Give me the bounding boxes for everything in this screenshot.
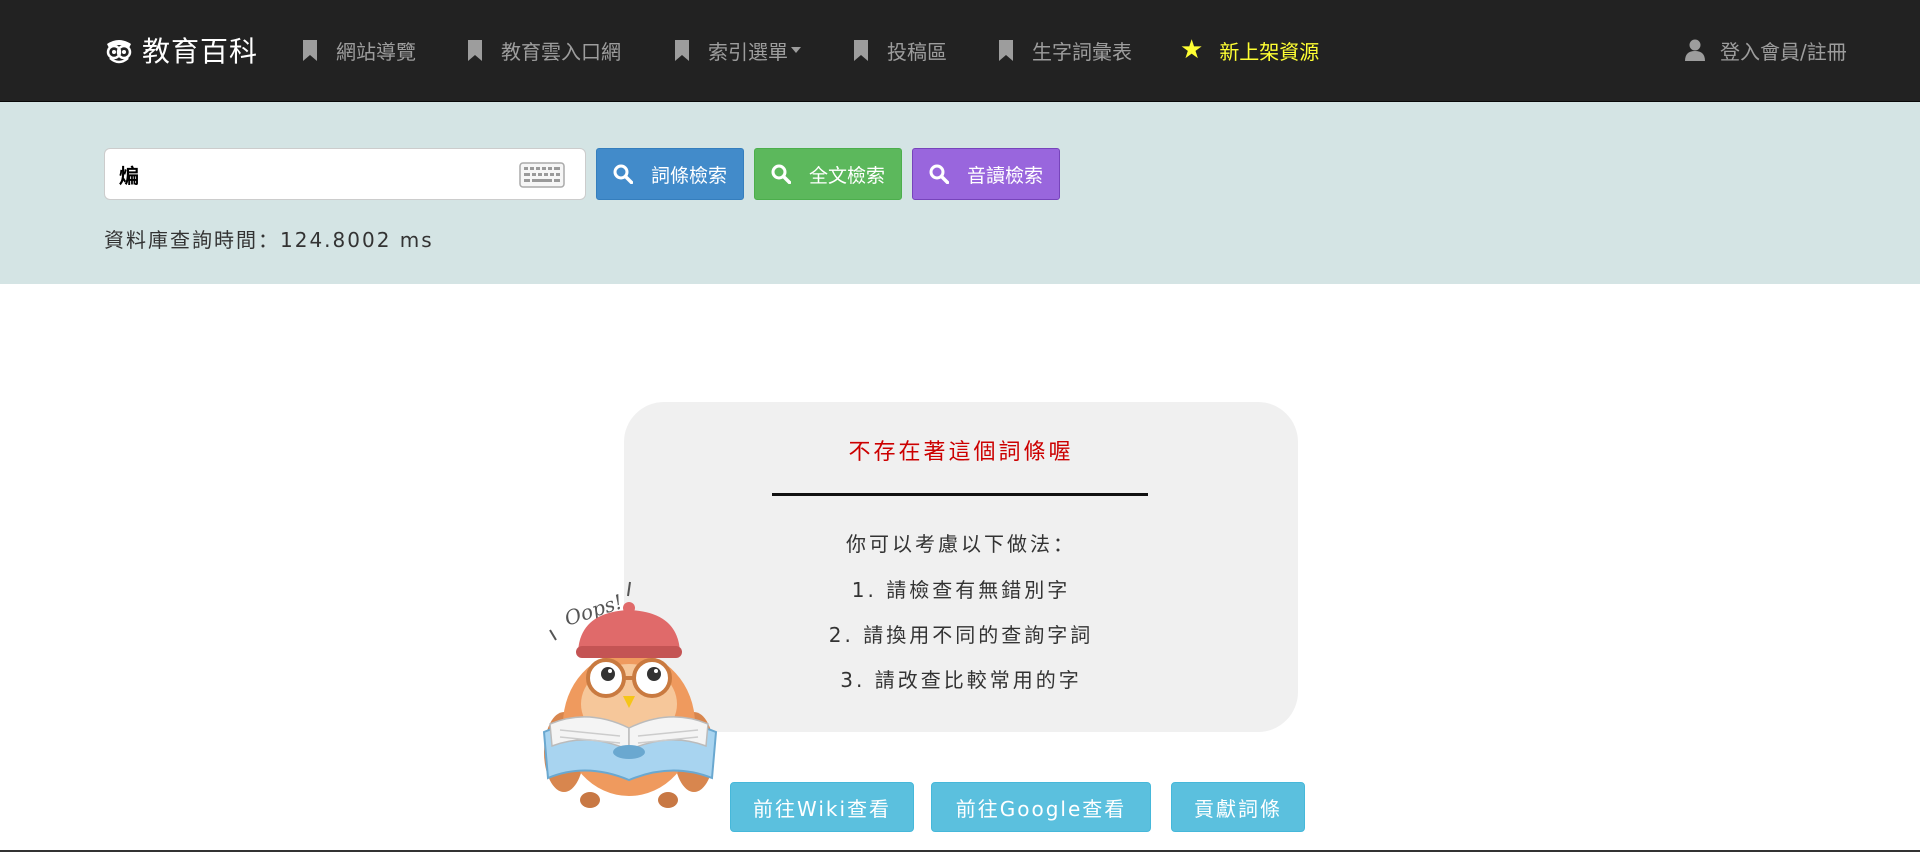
nav-item-education-cloud[interactable]: 教育雲入口網 [467, 30, 621, 70]
search-icon [613, 164, 633, 184]
divider [772, 493, 1148, 496]
brand-label: 教育百科 [142, 35, 259, 68]
nav-item-label: 教育雲入口網 [501, 39, 621, 64]
phonetic-search-button[interactable]: 音讀檢索 [912, 148, 1060, 200]
fulltext-search-button[interactable]: 全文檢索 [754, 148, 902, 200]
nav-item-label: 投稿區 [887, 39, 947, 64]
button-label: 詞條檢索 [650, 164, 727, 187]
login-register-link[interactable]: 登入會員/註冊 [1684, 30, 1847, 70]
oops-owl-illustration: Oops! [542, 581, 718, 808]
wiki-lookup-button[interactable]: 前往Wiki查看 [730, 782, 914, 832]
button-label: 音讀檢索 [966, 164, 1043, 187]
nav-item-label: 新上架資源 [1219, 39, 1320, 64]
button-label: 全文檢索 [808, 164, 885, 187]
bookmark-icon [675, 39, 689, 61]
nav-item-vocabulary[interactable]: 生字詞彙表 [998, 30, 1132, 70]
query-time-text: 資料庫查詢時間：124.8002 ms [104, 228, 434, 252]
search-box [104, 148, 586, 200]
nav-item-new-resources[interactable]: ★ 新上架資源 [1180, 30, 1319, 70]
search-icon [929, 164, 949, 184]
top-navbar: 教育百科 網站導覽 教育雲入口網 索引選單 投稿區 生字詞彙表 ★ 新上架資源 … [0, 0, 1920, 102]
bookmark-icon [303, 39, 317, 61]
bookmark-icon [854, 39, 868, 61]
nav-item-index-menu[interactable]: 索引選單 [674, 30, 801, 70]
search-section: 詞條檢索 全文檢索 音讀檢索 資料庫查詢時間：124.8002 ms [0, 102, 1920, 284]
nav-item-site-guide[interactable]: 網站導覽 [302, 30, 416, 70]
owl-logo-icon [106, 40, 132, 64]
suggestion-lead: 你可以考慮以下做法： [846, 532, 1076, 556]
not-found-title: 不存在著這個詞條喔 [848, 440, 1074, 465]
site-brand[interactable]: 教育百科 [104, 30, 258, 70]
user-icon [1685, 39, 1705, 61]
login-label: 登入會員/註冊 [1720, 39, 1847, 64]
nav-item-submission[interactable]: 投稿區 [853, 30, 947, 70]
nav-item-label: 索引選單 [708, 39, 788, 64]
bookmark-icon [999, 39, 1013, 61]
google-lookup-button[interactable]: 前往Google查看 [931, 782, 1151, 832]
nav-item-label: 網站導覽 [336, 39, 416, 64]
term-search-button[interactable]: 詞條檢索 [596, 148, 744, 200]
nav-item-label: 生字詞彙表 [1032, 39, 1132, 64]
caret-down-icon [791, 47, 801, 53]
search-icon [771, 164, 791, 184]
search-input[interactable] [119, 157, 499, 191]
keyboard-icon[interactable] [519, 162, 565, 188]
star-icon: ★ [1180, 35, 1204, 65]
contribute-entry-button[interactable]: 貢獻詞條 [1171, 782, 1305, 832]
bookmark-icon [468, 39, 482, 61]
